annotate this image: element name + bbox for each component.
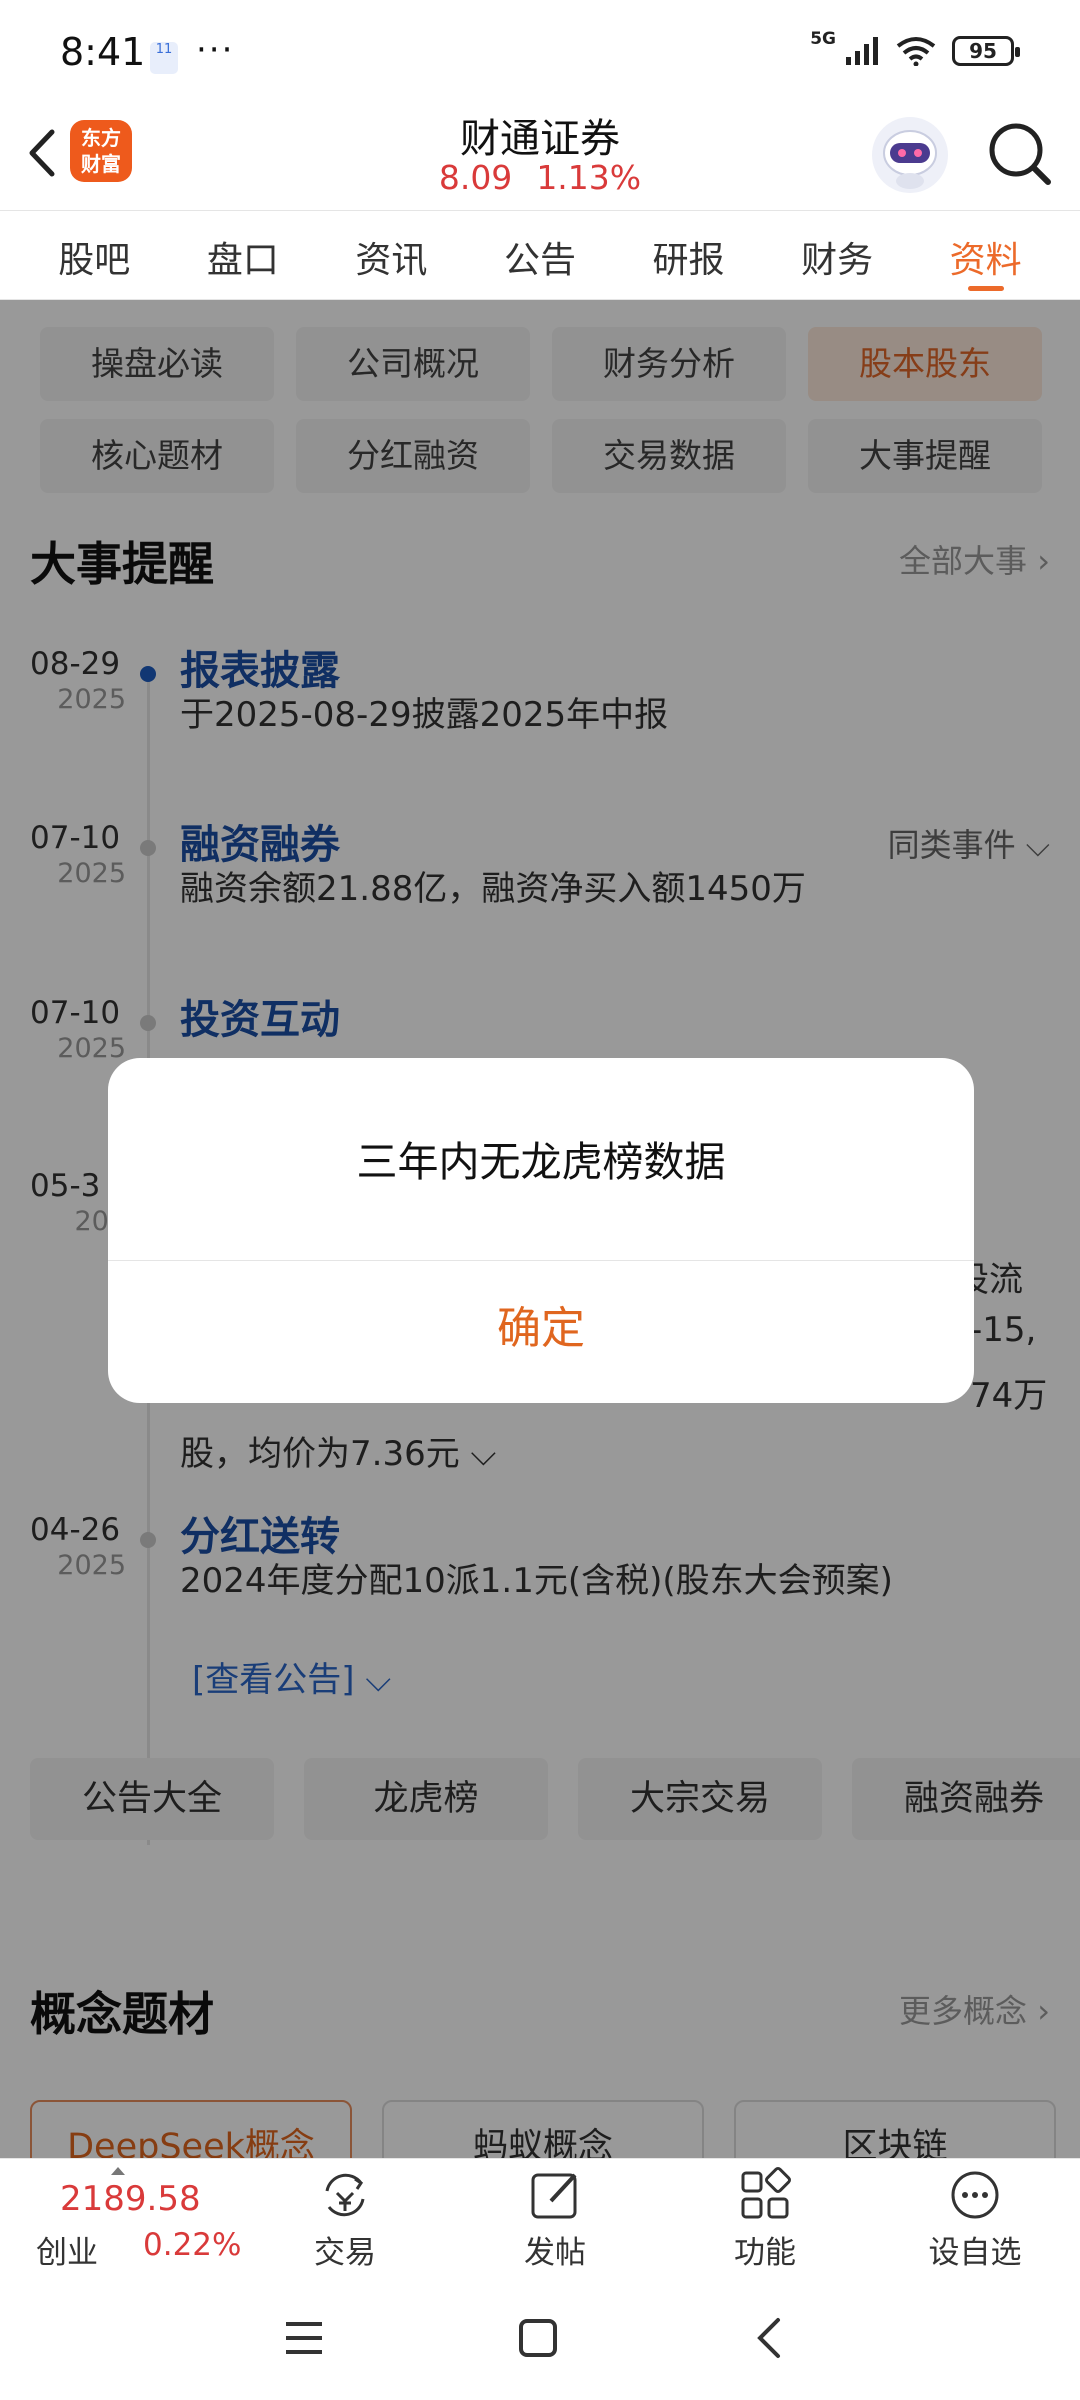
alert-dialog: 三年内无龙虎榜数据 确定 [108, 1058, 974, 1403]
status-indicators: 5G 95 [810, 29, 1020, 66]
index-value[interactable]: 2189.58 [60, 2179, 201, 2219]
battery-icon: 95 [952, 36, 1020, 66]
back-nav-icon[interactable] [748, 2314, 792, 2362]
status-time: 8:41 [60, 30, 146, 74]
search-button[interactable] [980, 114, 1060, 194]
main-tabs: 股吧 盘口 资讯 公告 研报 财务 资料 [0, 210, 1080, 300]
menu-icon[interactable] [282, 2316, 326, 2360]
search-icon [989, 123, 1051, 185]
nav-functions-button[interactable]: 功能 [700, 2165, 830, 2272]
caret-up-icon [111, 2167, 125, 2175]
index-change: 0.22% [143, 2227, 242, 2263]
tab-research[interactable]: 研报 [653, 211, 725, 299]
signal-icon [846, 37, 878, 65]
notification-badge-icon: 11 [150, 42, 178, 74]
tab-finance[interactable]: 财务 [801, 211, 873, 299]
network-type: 5G [810, 29, 836, 49]
home-icon[interactable] [516, 2316, 560, 2360]
nav-add-watchlist-button[interactable]: 设自选 [910, 2165, 1040, 2272]
tab-pankou[interactable]: 盘口 [207, 211, 279, 299]
edit-icon [531, 2173, 577, 2219]
confirm-button[interactable]: 确定 [108, 1261, 974, 1403]
more-icon [951, 2171, 999, 2219]
tab-profile[interactable]: 资料 [950, 211, 1022, 299]
stock-price: 8.09 [438, 158, 513, 197]
tab-announcements[interactable]: 公告 [504, 211, 576, 299]
bottom-toolbar: 2189.58 创业 0.22% 交易 发帖 功能 设自选 [0, 2158, 1080, 2278]
status-bar: 8:41 11 ··· 5G 95 [0, 0, 1080, 100]
index-name: 创业 [36, 2235, 98, 2271]
nav-post-button[interactable]: 发帖 [490, 2165, 620, 2272]
yen-cycle-icon [325, 2173, 365, 2217]
more-notifications-icon: ··· [196, 30, 235, 70]
dialog-message: 三年内无龙虎榜数据 [356, 1138, 726, 1186]
tab-news[interactable]: 资讯 [355, 211, 427, 299]
robot-icon [872, 117, 948, 193]
assistant-robot-button[interactable] [870, 115, 950, 195]
wifi-icon [896, 37, 936, 66]
app-header: 东方 财富 财通证券 8.09 1.13% [0, 100, 1080, 210]
stock-change-pct: 1.13% [536, 158, 642, 197]
nav-trade-button[interactable]: 交易 [280, 2165, 410, 2272]
tab-guba[interactable]: 股吧 [58, 211, 130, 299]
system-navigation-bar [0, 2278, 1080, 2400]
grid-icon [741, 2167, 791, 2219]
